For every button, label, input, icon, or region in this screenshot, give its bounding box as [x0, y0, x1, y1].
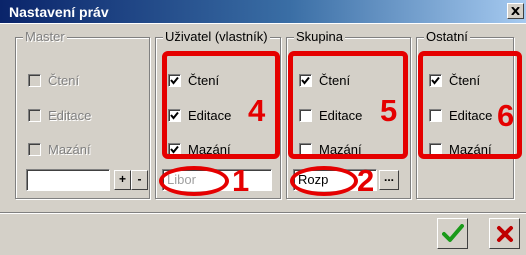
master-edit-checkbox[interactable]: Editace — [28, 106, 91, 124]
skupina-delete-checkbox[interactable]: Mazání — [299, 140, 362, 158]
ostatni-read-label: Čtení — [449, 72, 481, 88]
skupina-edit-label: Editace — [319, 107, 363, 123]
skupina-read-checkbox[interactable]: Čtení — [299, 71, 350, 89]
user-read-label: Čtení — [188, 72, 220, 88]
checkbox-box — [28, 73, 41, 87]
ok-button[interactable] — [437, 218, 468, 249]
skupina-delete-label: Mazání — [319, 141, 362, 157]
checkmark-icon — [431, 76, 440, 85]
checkbox-box — [429, 108, 442, 122]
user-owner-field[interactable]: Libor — [162, 169, 272, 191]
ostatni-delete-label: Mazání — [449, 141, 492, 157]
master-plus-button[interactable]: + — [114, 170, 131, 190]
ostatni-group: Ostatní Čtení Editace Mazání — [416, 29, 514, 199]
skupina-field[interactable]: Rozp — [293, 169, 377, 191]
master-group: Master Čtení Editace Mazání + - — [15, 29, 150, 199]
skupina-read-label: Čtení — [319, 72, 351, 88]
user-edit-label: Editace — [188, 107, 232, 123]
checkmark-icon — [170, 76, 179, 85]
skupina-legend: Skupina — [294, 29, 345, 45]
title-bar: Nastavení práv — [0, 0, 526, 24]
checkbox-box — [299, 142, 312, 156]
master-read-label: Čtení — [48, 72, 80, 88]
user-delete-checkbox[interactable]: Mazání — [168, 140, 231, 158]
checkmark-icon — [170, 111, 179, 120]
checkbox-box — [168, 73, 181, 87]
ostatni-edit-label: Editace — [449, 107, 493, 123]
checkmark-icon — [301, 76, 310, 85]
master-minus-button[interactable]: - — [131, 170, 148, 190]
close-icon — [511, 7, 520, 15]
master-edit-label: Editace — [48, 107, 92, 123]
ostatni-legend: Ostatní — [424, 29, 470, 45]
user-legend: Uživatel (vlastník) — [163, 29, 270, 45]
master-legend: Master — [23, 29, 67, 45]
ostatni-edit-checkbox[interactable]: Editace — [429, 106, 492, 124]
user-edit-checkbox[interactable]: Editace — [168, 106, 231, 124]
checkbox-box — [299, 108, 312, 122]
window-title: Nastavení práv — [9, 4, 109, 20]
cancel-button[interactable] — [489, 218, 520, 249]
checkbox-box — [28, 108, 41, 122]
checkbox-box — [168, 142, 181, 156]
ostatni-delete-checkbox[interactable]: Mazání — [429, 140, 492, 158]
checkbox-box — [299, 73, 312, 87]
master-delete-checkbox[interactable]: Mazání — [28, 140, 91, 158]
master-read-checkbox[interactable]: Čtení — [28, 71, 79, 89]
close-button[interactable] — [507, 3, 524, 19]
x-icon — [496, 225, 513, 242]
checkbox-box — [168, 108, 181, 122]
ostatni-read-checkbox[interactable]: Čtení — [429, 71, 480, 89]
browse-button[interactable]: ... — [379, 170, 399, 190]
separator — [0, 212, 526, 214]
checkbox-box — [429, 73, 442, 87]
user-read-checkbox[interactable]: Čtení — [168, 71, 219, 89]
master-field[interactable] — [26, 169, 110, 191]
checkmark-icon — [441, 223, 464, 242]
skupina-edit-checkbox[interactable]: Editace — [299, 106, 362, 124]
checkbox-box — [429, 142, 442, 156]
checkmark-icon — [170, 145, 179, 154]
user-group: Uživatel (vlastník) Čtení Editace Mazání… — [155, 29, 281, 199]
checkbox-box — [28, 142, 41, 156]
master-delete-label: Mazání — [48, 141, 91, 157]
skupina-group: Skupina Čtení Editace Mazání Rozp ... — [286, 29, 411, 199]
user-delete-label: Mazání — [188, 141, 231, 157]
